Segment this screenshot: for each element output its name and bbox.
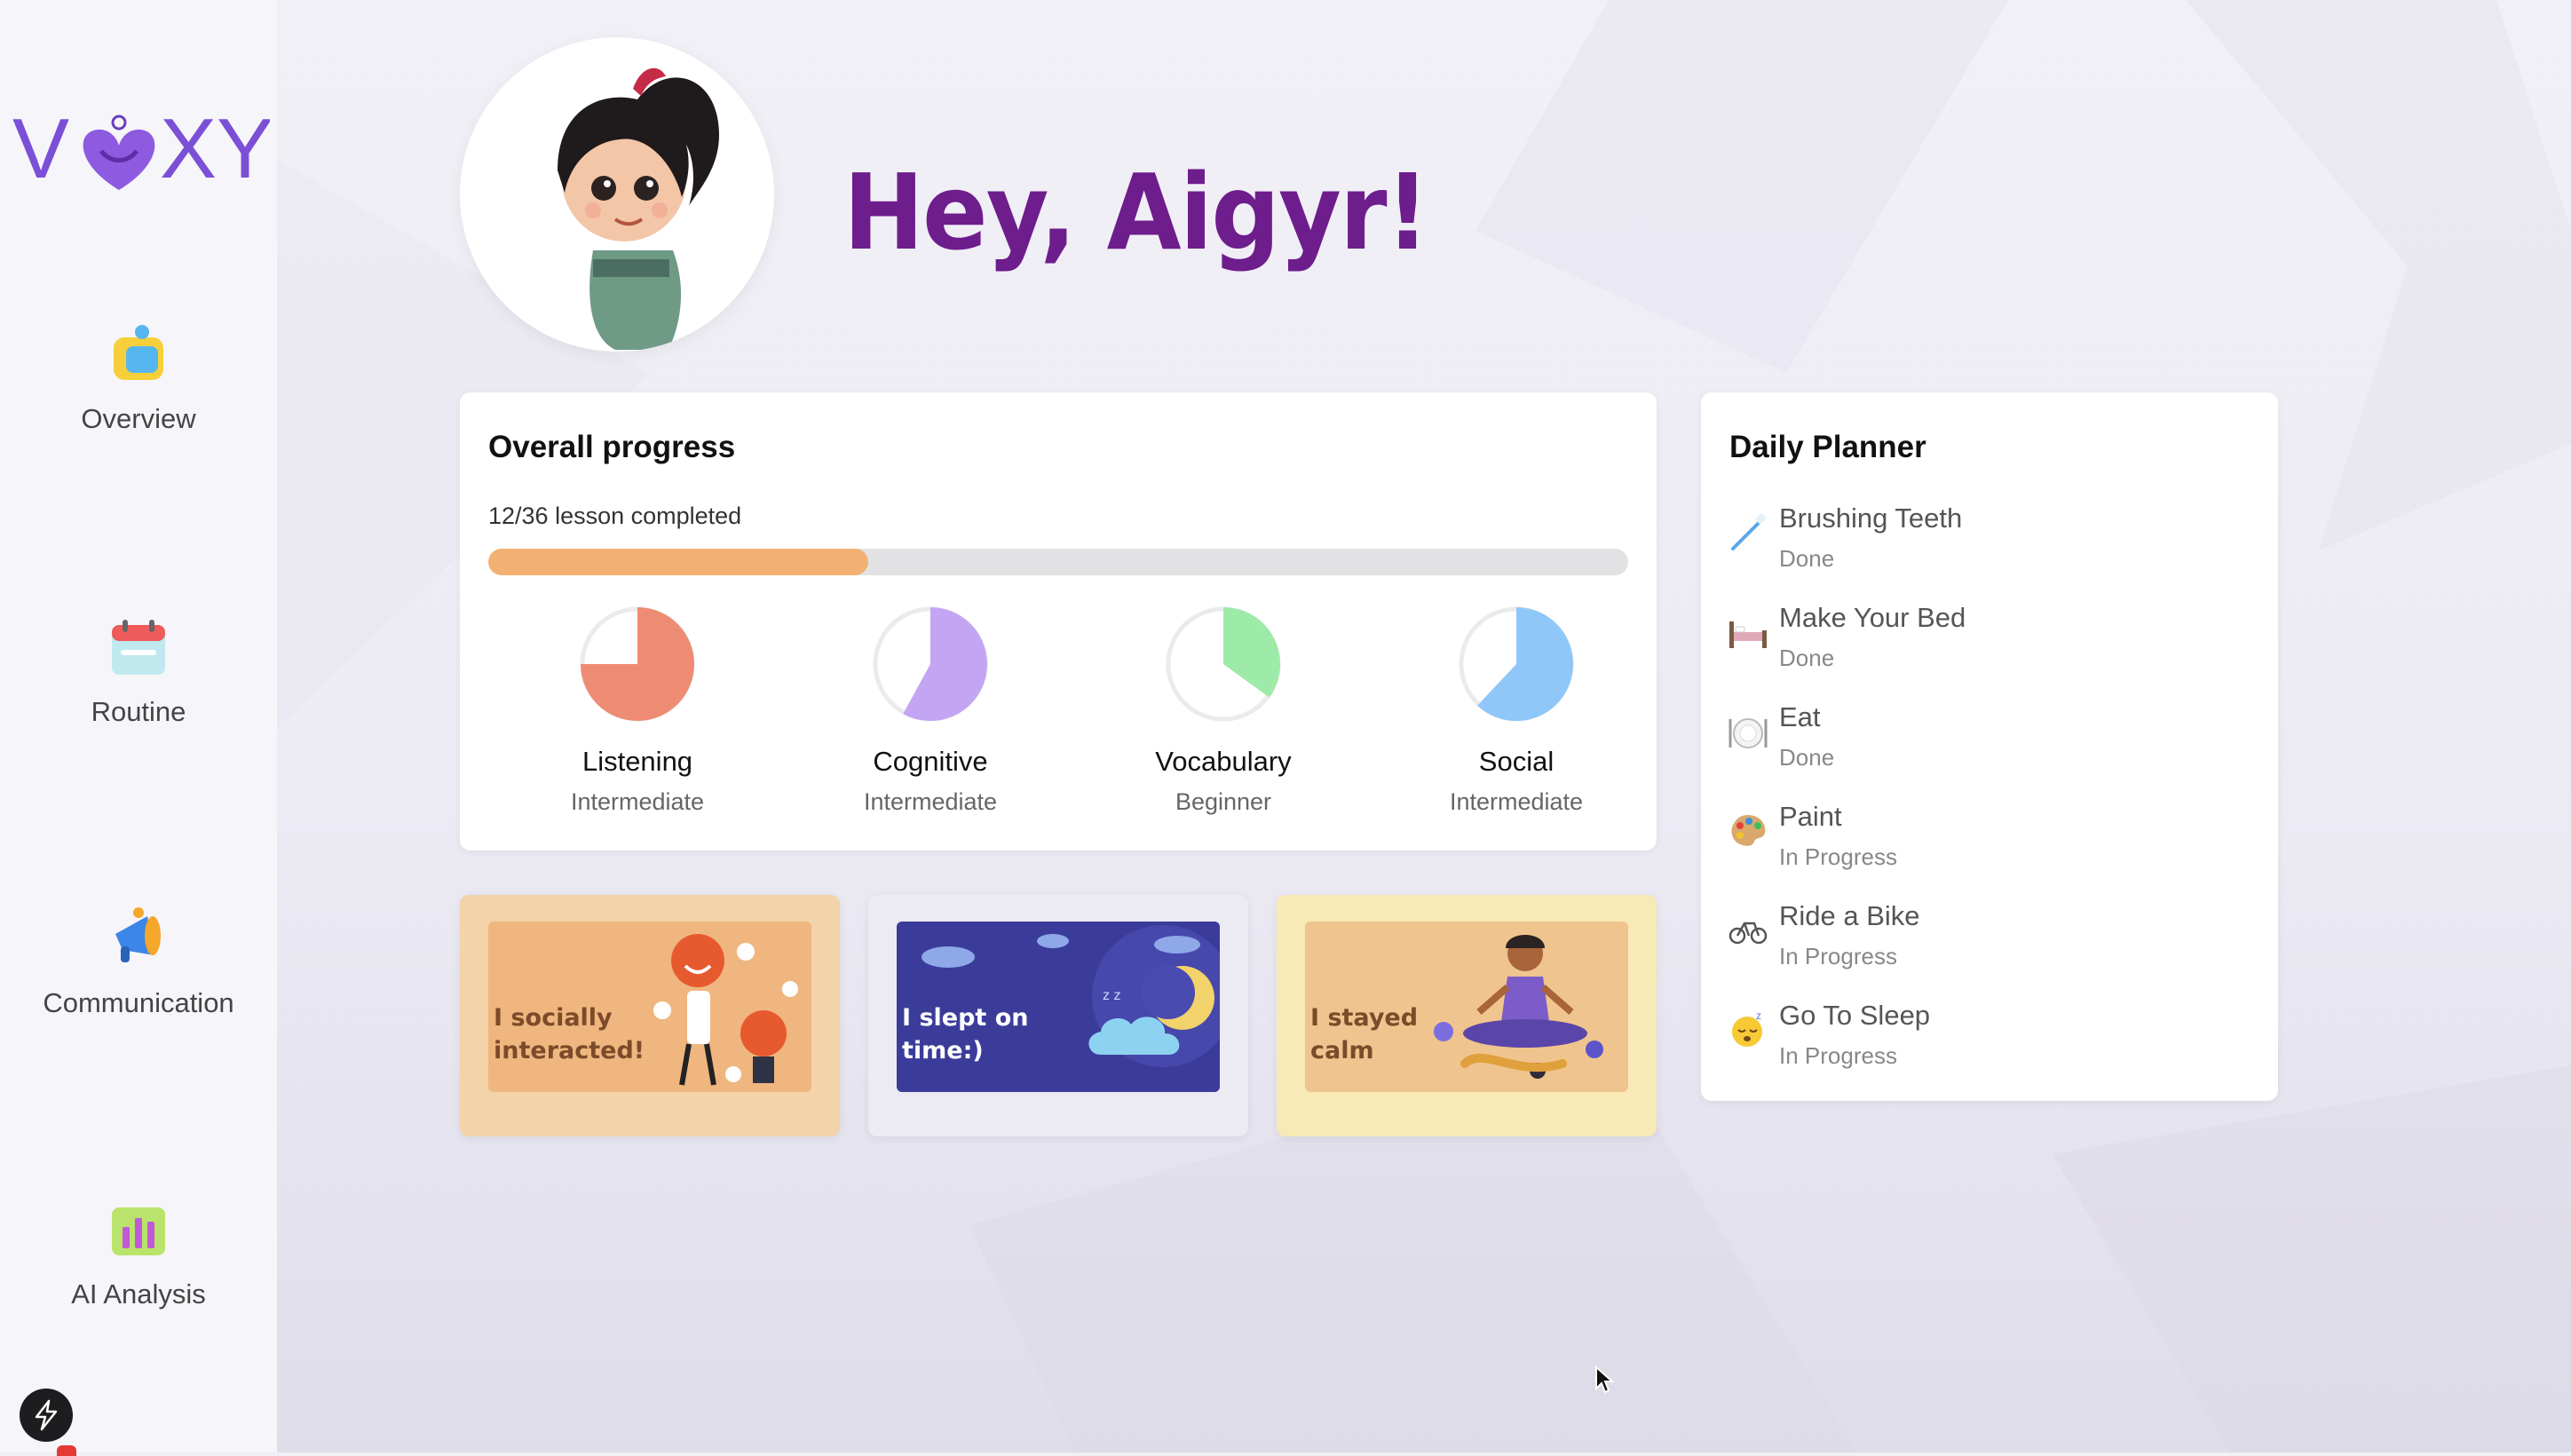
skill-level: Beginner: [1175, 788, 1272, 815]
mouse-cursor-icon: [1595, 1365, 1615, 1394]
lesson-progress-fill: [488, 549, 868, 575]
achievement-text-line: time:): [902, 1037, 984, 1064]
sidebar-item-overview[interactable]: Overview: [0, 320, 277, 435]
task-status: In Progress: [1779, 1042, 1897, 1069]
achievement-text-line: I stayed: [1310, 1004, 1419, 1032]
heart-logo-icon: [83, 115, 155, 190]
skill-pie-chart: [580, 606, 695, 722]
planner-task[interactable]: Make Your Bed Done: [1728, 602, 2260, 691]
megaphone-icon: [115, 907, 161, 962]
achievement-image: I socially interacted!: [488, 922, 811, 1092]
task-name: Go To Sleep: [1779, 1000, 1931, 1031]
skill-listening[interactable]: Listening Intermediate: [522, 602, 753, 816]
task-name: Eat: [1779, 701, 1821, 732]
skill-pie-slice: [1477, 607, 1573, 721]
avatar-character-image: [558, 67, 720, 350]
achievement-image: I stayed calm: [1305, 922, 1628, 1092]
skill-name: Cognitive: [873, 746, 988, 777]
bed-icon: [1729, 621, 1767, 648]
skill-cognitive[interactable]: Cognitive Intermediate: [815, 602, 1046, 816]
overall-progress-card: Overall progress 12/36 lesson completed …: [460, 392, 1657, 851]
task-status: Done: [1779, 744, 1835, 771]
quick-action-button[interactable]: [20, 1389, 73, 1442]
sidebar-item-label: Routine: [91, 696, 186, 727]
skill-social[interactable]: Social Intermediate: [1401, 602, 1632, 816]
calendar-icon: [112, 620, 165, 675]
svg-text:V: V: [12, 101, 69, 195]
task-name: Brushing Teeth: [1779, 502, 1963, 534]
lightning-bolt-icon: [35, 1399, 58, 1431]
achievement-text-line: I slept on: [902, 1004, 1029, 1032]
task-status: In Progress: [1779, 943, 1897, 969]
skill-pie-slice: [1223, 607, 1280, 698]
daily-planner-card: Daily Planner Brushing Teeth Done Make Y…: [1701, 392, 2278, 1101]
lesson-progress-bar: [488, 549, 1628, 575]
achievement-text-line: calm: [1310, 1037, 1374, 1064]
planner-task[interactable]: Paint In Progress: [1728, 801, 2260, 890]
svg-text:XY: XY: [160, 101, 270, 195]
skill-name: Social: [1478, 746, 1554, 777]
sidebar: V XY Overview Routine Communication AI A…: [0, 0, 277, 1456]
skill-level: Intermediate: [570, 788, 705, 815]
sidebar-item-routine[interactable]: Routine: [0, 613, 277, 728]
avatar[interactable]: [460, 37, 774, 352]
achievement-text-line: I socially: [494, 1004, 613, 1032]
bar-chart-icon: [112, 1207, 165, 1255]
skill-pie-chart: [1166, 606, 1281, 722]
sidebar-item-label: Communication: [43, 987, 234, 1018]
overview-icon: [114, 325, 163, 380]
planner-task[interactable]: z Go To Sleep In Progress: [1728, 1000, 2260, 1088]
skill-level: Intermediate: [1449, 788, 1584, 815]
voxy-logo[interactable]: V XY: [12, 98, 273, 196]
svg-text:z: z: [1756, 1009, 1761, 1022]
achievement-card-calm[interactable]: I stayed calm: [1277, 895, 1657, 1136]
sleeping-face-icon: z: [1732, 1009, 1762, 1047]
task-status: Done: [1779, 545, 1835, 572]
task-name: Make Your Bed: [1779, 602, 1966, 633]
progress-title: Overall progress: [488, 430, 736, 464]
task-name: Ride a Bike: [1779, 900, 1920, 931]
skill-pie-chart: [873, 606, 988, 722]
sidebar-item-communication[interactable]: Communication: [0, 904, 277, 1019]
sidebar-item-ai-analysis[interactable]: AI Analysis: [0, 1195, 277, 1310]
planner-task[interactable]: Ride a Bike In Progress: [1728, 900, 2260, 989]
achievement-text-line: interacted!: [494, 1037, 645, 1064]
skill-name: Listening: [581, 746, 693, 777]
bicycle-icon: [1729, 922, 1768, 945]
skill-level: Intermediate: [863, 788, 998, 815]
task-name: Paint: [1779, 801, 1842, 832]
toothbrush-icon: [1731, 512, 1767, 550]
achievement-image: z z I slept on time:): [897, 922, 1220, 1092]
notification-dot: [57, 1445, 76, 1456]
achievement-card-social[interactable]: I socially interacted!: [460, 895, 840, 1136]
skill-vocabulary[interactable]: Vocabulary Beginner: [1108, 602, 1339, 816]
task-status: In Progress: [1779, 843, 1897, 870]
planner-title: Daily Planner: [1729, 430, 1926, 464]
sidebar-item-label: Overview: [81, 403, 196, 434]
planner-task[interactable]: Eat Done: [1728, 701, 2260, 790]
planner-task[interactable]: Brushing Teeth Done: [1728, 502, 2260, 591]
svg-text:z z: z z: [1103, 988, 1120, 1003]
task-status: Done: [1779, 645, 1835, 671]
skill-name: Vocabulary: [1155, 746, 1292, 777]
skill-pie-chart: [1459, 606, 1574, 722]
palette-icon: [1731, 815, 1766, 846]
skill-pie-slice: [903, 607, 987, 721]
achievement-card-sleep[interactable]: z z I slept on time:): [868, 895, 1248, 1136]
greeting-heading: Hey, Aigyr!: [843, 151, 1429, 273]
sidebar-item-label: AI Analysis: [71, 1278, 206, 1310]
plate-icon: [1729, 718, 1768, 748]
lessons-completed-text: 12/36 lesson completed: [488, 502, 742, 529]
